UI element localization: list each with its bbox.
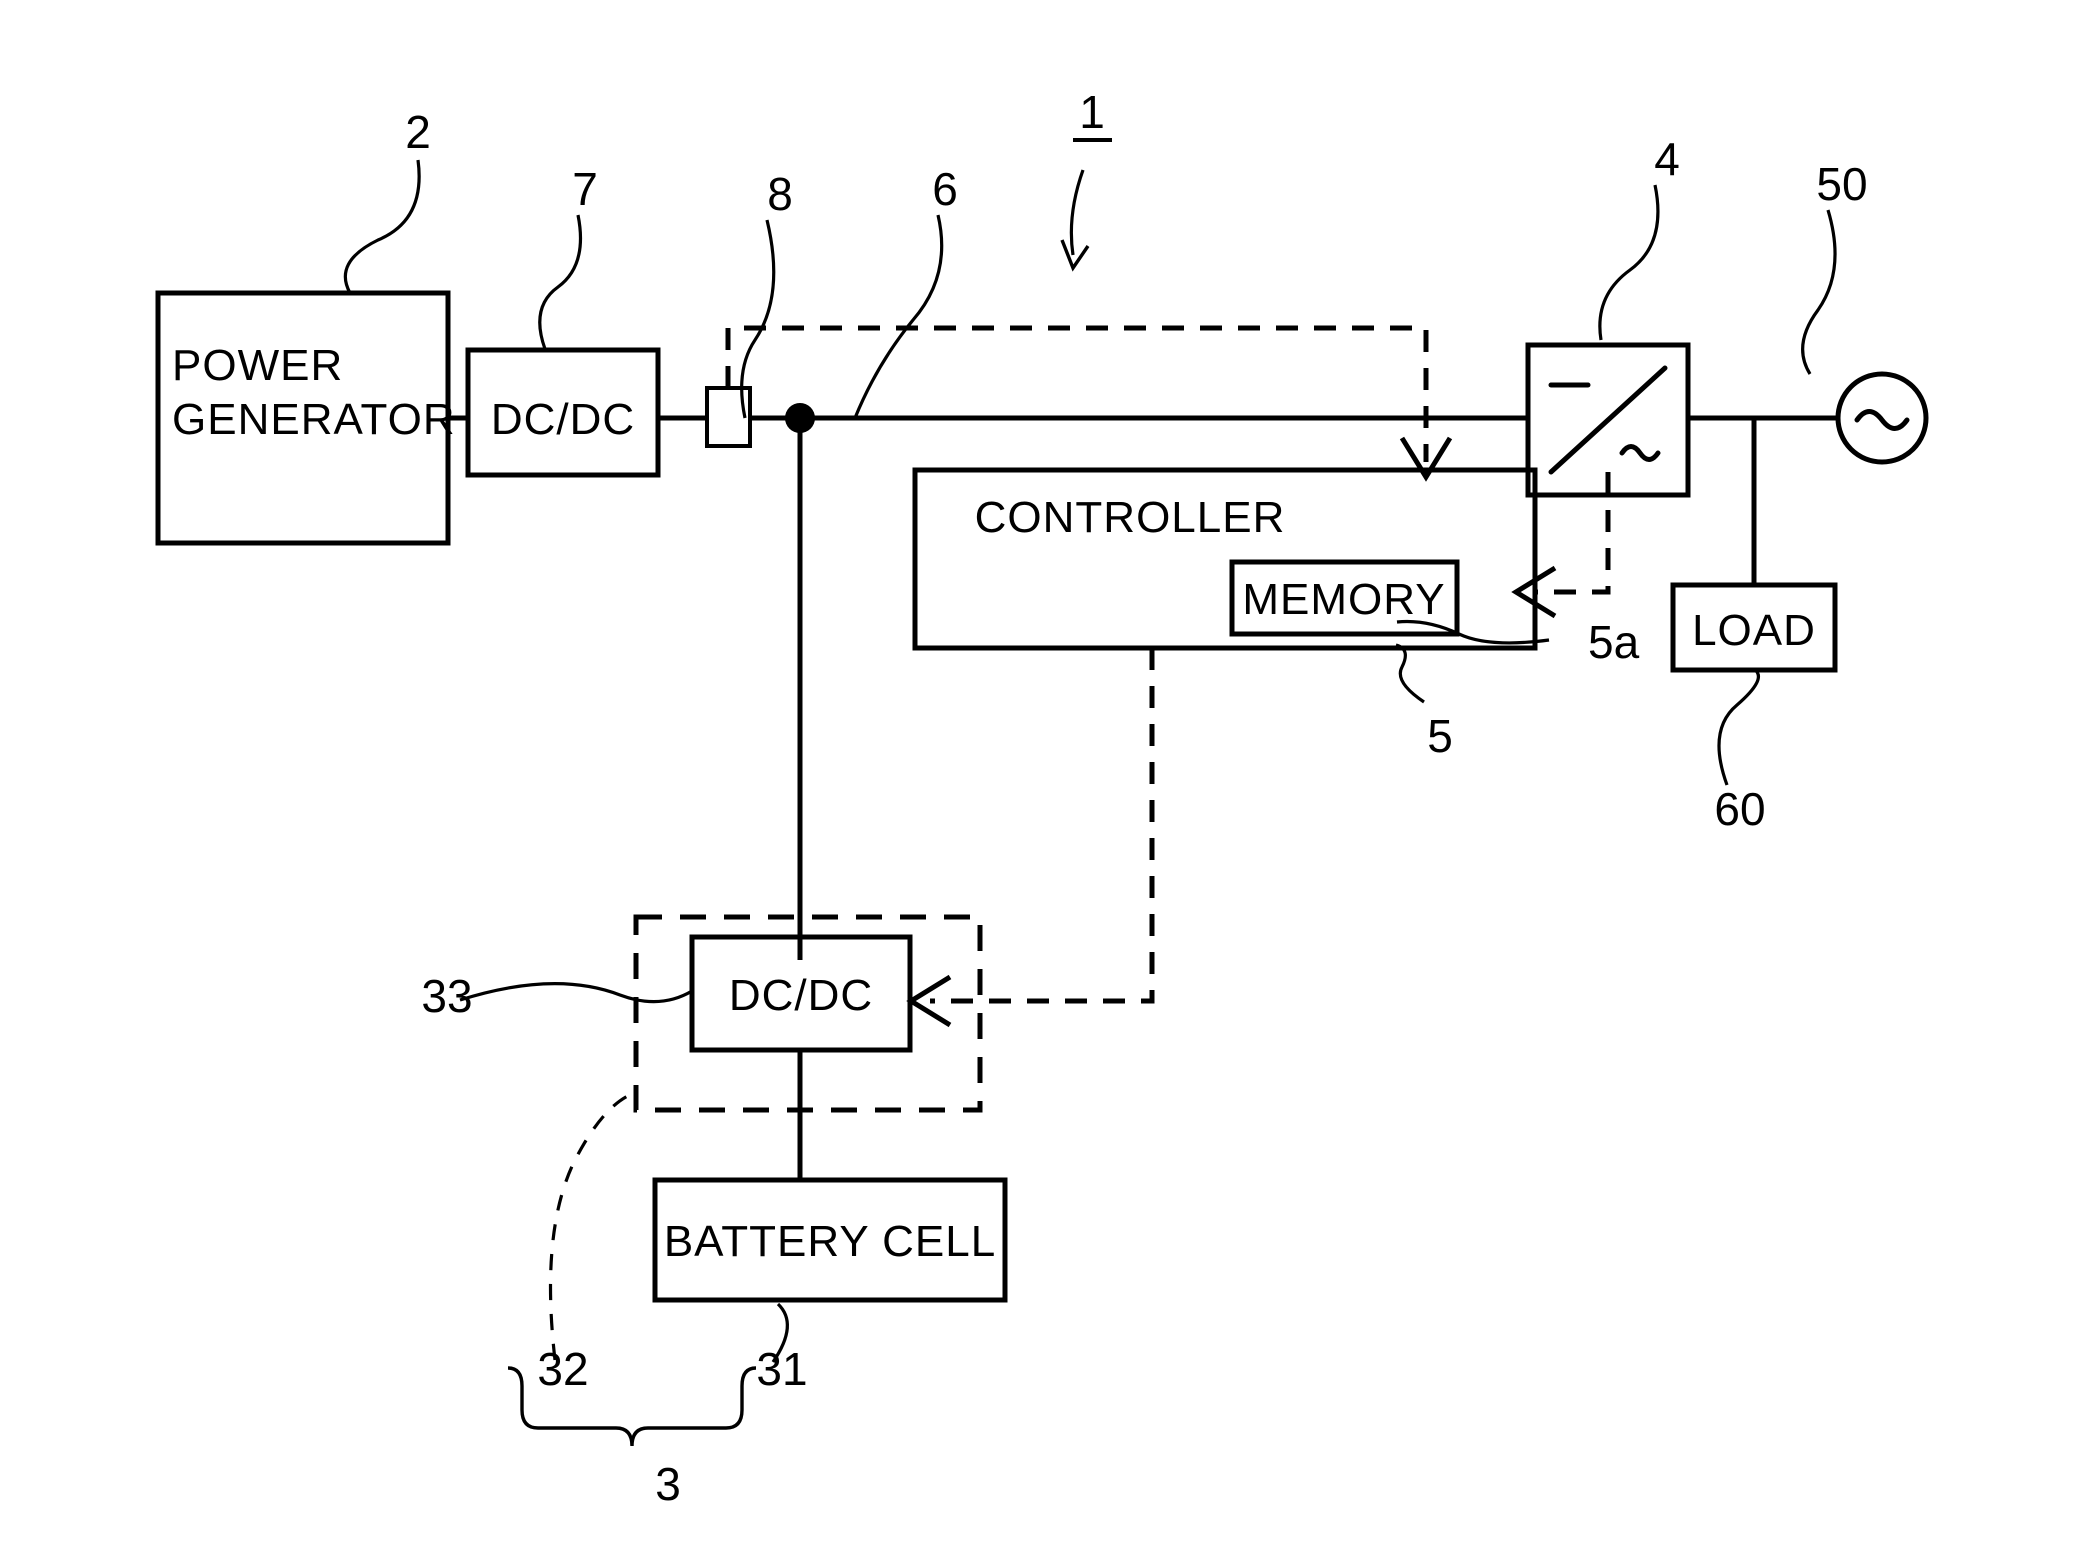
- ref-number-3: 3: [655, 1458, 681, 1510]
- leader-4: [1598, 184, 1660, 341]
- block-power-generator[interactable]: POWER GENERATOR: [155, 290, 456, 546]
- ref-number-33: 33: [421, 970, 472, 1022]
- leader-7: [538, 214, 583, 350]
- ac-grid-source[interactable]: [1835, 371, 1929, 465]
- ref-number-60: 60: [1714, 783, 1765, 835]
- leader-2: [343, 159, 421, 294]
- arrowhead-1: [1060, 239, 1090, 272]
- bus-junction-dot: [785, 403, 815, 433]
- leader-32: [548, 1090, 638, 1361]
- ref-number-7: 7: [572, 163, 598, 215]
- control-signal-lines: [725, 325, 1611, 1028]
- ctrlwire-controller-to-battery-dcdc: [930, 648, 1155, 1004]
- ref-number-31: 31: [756, 1343, 807, 1395]
- ctrlwire-sensor-to-controller: [725, 325, 1429, 462]
- dcdc-input-label: DC/DC: [491, 395, 635, 444]
- leader-6: [853, 214, 944, 419]
- ref-number-8: 8: [767, 168, 793, 220]
- leader-1: [1069, 169, 1085, 256]
- ac-source-tilde-icon: [1854, 409, 1910, 431]
- block-diagram-svg: POWER GENERATOR DC/DC CONTROLLER MEMORY: [155, 86, 1929, 1510]
- ref-number-50: 50: [1816, 158, 1867, 210]
- leader-60: [1717, 668, 1760, 786]
- load-label: LOAD: [1692, 606, 1816, 655]
- reference-leaders: [343, 138, 1837, 1363]
- reference-numbers: 2 7 8 6 1 4 50 60 5 5a 33 32 31 3: [405, 86, 1867, 1510]
- ref-number-5a: 5a: [1588, 616, 1640, 668]
- leader-33: [459, 982, 693, 1004]
- ref-number-32: 32: [537, 1343, 588, 1395]
- controller-label: CONTROLLER: [975, 493, 1286, 542]
- block-battery-cell[interactable]: BATTERY CELL: [652, 1177, 1008, 1303]
- battery-cell-label: BATTERY CELL: [664, 1217, 996, 1266]
- ref-number-6: 6: [932, 163, 958, 215]
- dcdc-battery-label: DC/DC: [729, 971, 873, 1020]
- ref-number-2: 2: [405, 106, 431, 158]
- figure-canvas: POWER GENERATOR DC/DC CONTROLLER MEMORY: [0, 0, 2088, 1550]
- ref-number-4: 4: [1654, 133, 1680, 185]
- power-generator-label-line1: POWER: [172, 341, 343, 390]
- inverter-ac-symbol-icon: [1619, 444, 1661, 462]
- block-load[interactable]: LOAD: [1670, 582, 1838, 673]
- ref-number-1: 1: [1079, 86, 1105, 138]
- block-dcdc-input[interactable]: DC/DC: [465, 347, 661, 478]
- memory-label: MEMORY: [1242, 575, 1445, 624]
- ref-number-5: 5: [1427, 710, 1453, 762]
- power-generator-label-line2: GENERATOR: [172, 395, 456, 444]
- leader-5: [1395, 643, 1425, 704]
- leader-50: [1801, 209, 1837, 375]
